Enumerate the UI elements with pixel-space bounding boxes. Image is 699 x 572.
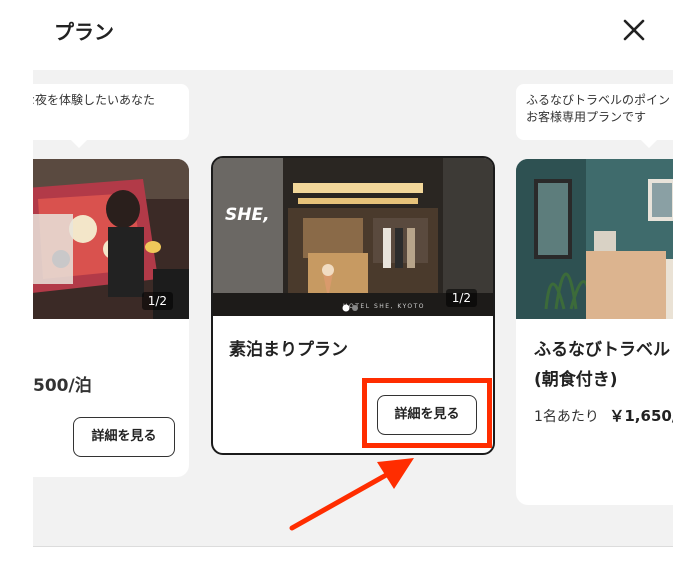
plan-tooltip: ふるなびトラベルのポイン お客様専用プランです xyxy=(516,84,673,148)
plan-photo: SHE, HOTEL SHE, KYOTO 1/2 xyxy=(213,158,493,316)
plan-price: 1名あたり ￥1,650/ xyxy=(534,405,673,426)
plan-modal: プラン な夜を体験したいあなた 1/2 500/泊 詳細を見る SHE, HOT… xyxy=(0,0,699,572)
close-icon[interactable] xyxy=(618,14,650,46)
details-button[interactable]: 詳細を見る xyxy=(73,417,175,457)
plan-name: ふるなびトラベル (朝食付き) xyxy=(534,335,673,395)
price-label: 1名あたり xyxy=(534,409,599,425)
divider xyxy=(33,546,673,547)
plan-carousel[interactable]: な夜を体験したいあなた 1/2 500/泊 詳細を見る SHE, HOTEL S… xyxy=(33,70,673,546)
hotel-sign: SHE, xyxy=(225,205,270,225)
plan-price: 500/泊 xyxy=(33,376,92,396)
plan-name-line: (朝食付き) xyxy=(534,370,618,390)
plan-card[interactable]: ふるなびトラベル (朝食付き) 1名あたり ￥1,650/ xyxy=(516,159,673,505)
page-title: プラン xyxy=(54,20,114,44)
plan-name: 素泊まりプラン xyxy=(229,340,348,360)
plan-photo xyxy=(516,159,673,319)
plan-tooltip-text: お客様専用プランです xyxy=(526,110,647,124)
plan-tooltip: な夜を体験したいあなた xyxy=(33,84,189,148)
plan-photo: 1/2 xyxy=(33,159,189,319)
plan-card[interactable]: 1/2 500/泊 詳細を見る xyxy=(33,159,189,477)
plan-tooltip-text: ふるなびトラベルのポイン xyxy=(526,93,671,107)
plan-name-line: ふるなびトラベル xyxy=(534,340,670,360)
photo-counter: 1/2 xyxy=(141,292,173,310)
photo-counter: 1/2 xyxy=(445,289,477,307)
highlight-box xyxy=(362,378,492,448)
price-value: ￥1,650/ xyxy=(609,407,673,425)
plan-tooltip-text: な夜を体験したいあなた xyxy=(33,93,156,107)
header: プラン xyxy=(0,0,699,68)
